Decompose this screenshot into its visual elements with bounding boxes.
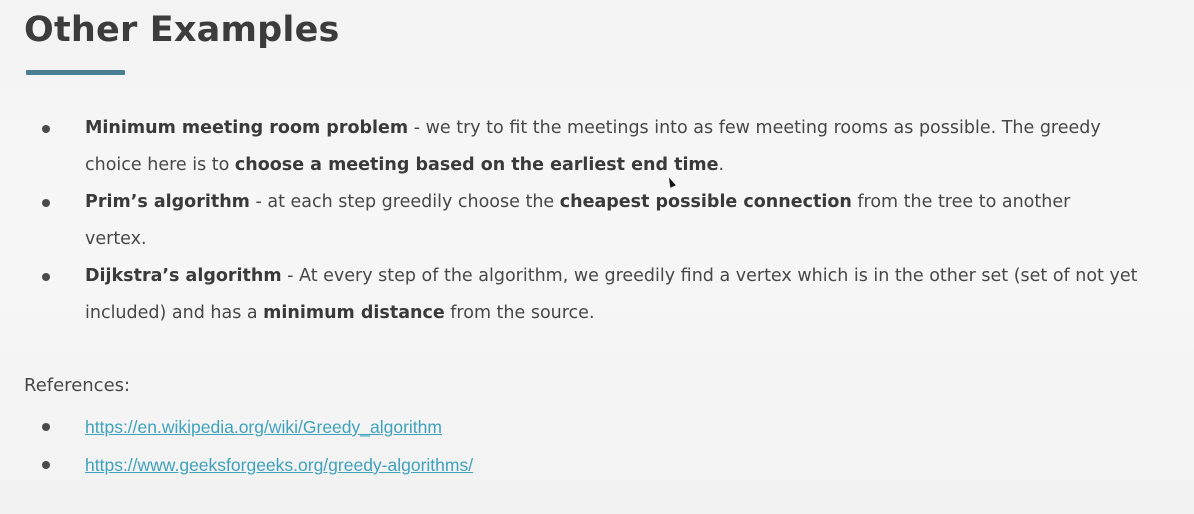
bullet-dot [42,423,50,431]
list-item-dijkstra: Dijkstra’s algorithm - At every step of … [0,258,1194,332]
slide-title: Other Examples [24,10,340,50]
examples-list: Minimum meeting room problem - we try to… [0,110,1194,332]
title-underline [26,70,125,75]
bullet-dot [42,273,50,281]
references-list: https://en.wikipedia.org/wiki/Greedy_alg… [0,408,473,484]
bullet-heading: Prim’s algorithm [85,192,250,212]
bullet-emphasis: choose a meeting based on the earliest e… [234,155,719,175]
wikipedia-link[interactable]: https://en.wikipedia.org/wiki/Greedy_alg… [85,417,442,437]
reference-item: https://www.geeksforgeeks.org/greedy-alg… [0,446,473,484]
list-item-prims: Prim’s algorithm - at each step greedily… [0,184,1155,258]
bullet-emphasis: cheapest possible connection [559,192,852,212]
bullet-text: - at each step greedily choose the [249,192,560,212]
bullet-emphasis: minimum distance [263,303,445,323]
bullet-heading: Dijkstra’s algorithm [85,266,282,286]
slide: Other Examples Minimum meeting room prob… [0,0,1194,514]
bullet-dot [42,461,50,469]
bullet-dot [42,199,50,207]
bullet-dot [42,125,50,133]
bullet-heading: Minimum meeting room problem [85,118,409,138]
reference-item: https://en.wikipedia.org/wiki/Greedy_alg… [0,408,473,446]
bullet-text-end: . [718,155,725,175]
references-label: References: [24,375,131,396]
list-item-meeting-room: Minimum meeting room problem - we try to… [0,110,1194,184]
geeksforgeeks-link[interactable]: https://www.geeksforgeeks.org/greedy-alg… [85,455,473,475]
bullet-text-end: from the source. [444,303,595,323]
